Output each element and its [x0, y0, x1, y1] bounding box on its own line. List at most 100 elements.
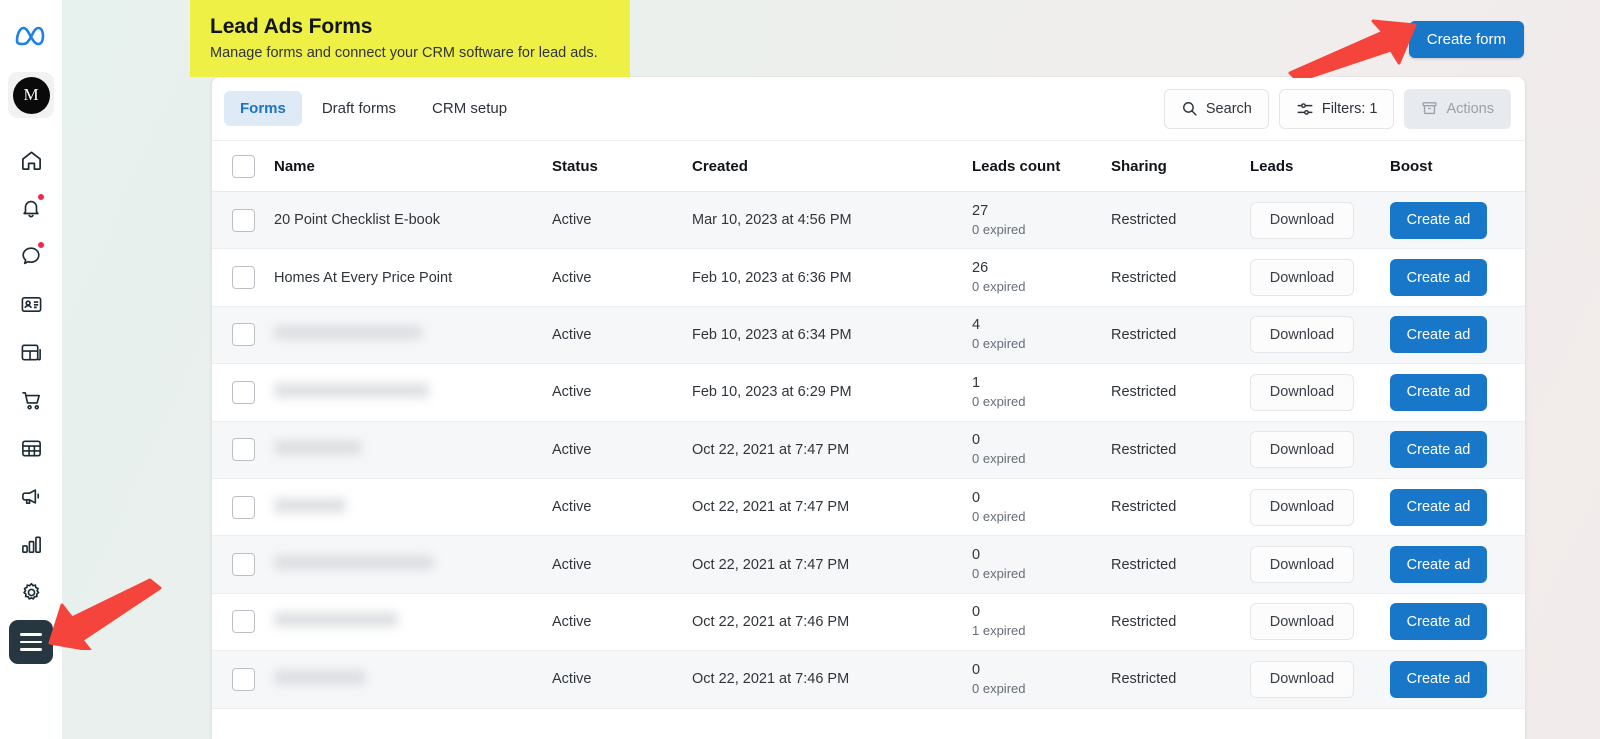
bar-chart-icon[interactable]: [9, 522, 53, 566]
table-row[interactable]: ActiveOct 22, 2021 at 7:47 PM00 expiredR…: [212, 536, 1525, 593]
form-name-cell[interactable]: Homes At Every Price Point: [274, 249, 552, 306]
gear-icon[interactable]: [9, 570, 53, 614]
row-select-cell: [212, 421, 274, 478]
form-created-cell: Oct 22, 2021 at 7:47 PM: [692, 421, 972, 478]
leads-expired-value: 1 expired: [972, 622, 1111, 640]
table-row[interactable]: ActiveFeb 10, 2023 at 6:29 PM10 expiredR…: [212, 364, 1525, 421]
search-button[interactable]: Search: [1164, 89, 1269, 129]
download-button[interactable]: Download: [1250, 489, 1354, 526]
account-avatar[interactable]: M: [8, 72, 54, 118]
column-header-name[interactable]: Name: [274, 141, 552, 192]
download-button[interactable]: Download: [1250, 202, 1354, 239]
meta-logo-icon[interactable]: [9, 14, 53, 58]
create-ad-button[interactable]: Create ad: [1390, 489, 1487, 526]
leads-expired-value: 0 expired: [972, 450, 1111, 468]
table-row[interactable]: Homes At Every Price PointActiveFeb 10, …: [212, 249, 1525, 306]
app-root: M: [0, 0, 1600, 739]
form-name-cell[interactable]: [274, 536, 552, 593]
column-header-leads-count[interactable]: Leads count: [972, 141, 1111, 192]
table-row[interactable]: ActiveOct 22, 2021 at 7:46 PM00 expiredR…: [212, 651, 1525, 708]
megaphone-icon[interactable]: [9, 474, 53, 518]
boost-cell: Create ad: [1390, 249, 1525, 306]
hamburger-menu-icon[interactable]: [9, 620, 53, 664]
download-button[interactable]: Download: [1250, 259, 1354, 296]
page-subtitle: Manage forms and connect your CRM softwa…: [210, 43, 612, 63]
boost-cell: Create ad: [1390, 536, 1525, 593]
row-checkbox[interactable]: [232, 610, 255, 633]
column-header-sharing[interactable]: Sharing: [1111, 141, 1250, 192]
select-all-checkbox[interactable]: [232, 155, 255, 178]
redacted-form-name: [274, 498, 346, 513]
leads-count-cell: 260 expired: [972, 249, 1111, 306]
hamburger-menu-button[interactable]: [9, 620, 53, 664]
tab-draft-forms[interactable]: Draft forms: [306, 91, 412, 126]
table-grid-icon[interactable]: [9, 426, 53, 470]
table-row[interactable]: 20 Point Checklist E-bookActiveMar 10, 2…: [212, 192, 1525, 249]
download-button[interactable]: Download: [1250, 316, 1354, 353]
notifications-bell-icon[interactable]: [9, 186, 53, 230]
form-status-cell: Active: [552, 478, 692, 535]
home-icon[interactable]: [9, 138, 53, 182]
form-name-cell[interactable]: [274, 421, 552, 478]
boost-cell: Create ad: [1390, 192, 1525, 249]
form-sharing-cell: Restricted: [1111, 306, 1250, 363]
contact-card-icon[interactable]: [9, 282, 53, 326]
column-header-leads[interactable]: Leads: [1250, 141, 1390, 192]
leads-count-value: 0: [972, 489, 1111, 508]
row-checkbox[interactable]: [232, 209, 255, 232]
create-form-button[interactable]: Create form: [1409, 21, 1524, 58]
row-checkbox[interactable]: [232, 553, 255, 576]
pages-icon[interactable]: [9, 330, 53, 374]
leads-download-cell: Download: [1250, 306, 1390, 363]
form-name-cell[interactable]: 20 Point Checklist E-book: [274, 192, 552, 249]
create-ad-button[interactable]: Create ad: [1390, 316, 1487, 353]
download-button[interactable]: Download: [1250, 546, 1354, 583]
create-ad-button[interactable]: Create ad: [1390, 259, 1487, 296]
leads-download-cell: Download: [1250, 249, 1390, 306]
tab-crm-setup[interactable]: CRM setup: [416, 91, 523, 126]
create-ad-button[interactable]: Create ad: [1390, 202, 1487, 239]
messages-chat-icon[interactable]: [9, 234, 53, 278]
shopping-cart-icon[interactable]: [9, 378, 53, 422]
form-status-cell: Active: [552, 364, 692, 421]
table-row[interactable]: ActiveOct 22, 2021 at 7:46 PM01 expiredR…: [212, 593, 1525, 650]
form-name-cell[interactable]: [274, 593, 552, 650]
leads-count-cell: 40 expired: [972, 306, 1111, 363]
form-status-cell: Active: [552, 421, 692, 478]
actions-button[interactable]: Actions: [1404, 89, 1511, 129]
boost-cell: Create ad: [1390, 306, 1525, 363]
form-sharing-cell: Restricted: [1111, 536, 1250, 593]
row-checkbox[interactable]: [232, 381, 255, 404]
filters-button[interactable]: Filters: 1: [1279, 89, 1395, 129]
form-name-cell[interactable]: [274, 306, 552, 363]
row-select-cell: [212, 593, 274, 650]
create-ad-button[interactable]: Create ad: [1390, 546, 1487, 583]
form-created-cell: Feb 10, 2023 at 6:36 PM: [692, 249, 972, 306]
download-button[interactable]: Download: [1250, 431, 1354, 468]
row-checkbox[interactable]: [232, 496, 255, 519]
hamburger-line: [20, 641, 42, 644]
create-ad-button[interactable]: Create ad: [1390, 603, 1487, 640]
tab-forms[interactable]: Forms: [224, 91, 302, 126]
table-row[interactable]: ActiveOct 22, 2021 at 7:47 PM00 expiredR…: [212, 421, 1525, 478]
form-name-cell[interactable]: [274, 651, 552, 708]
table-row[interactable]: ActiveOct 22, 2021 at 7:47 PM00 expiredR…: [212, 478, 1525, 535]
download-button[interactable]: Download: [1250, 661, 1354, 698]
column-header-status[interactable]: Status: [552, 141, 692, 192]
form-name-cell[interactable]: [274, 478, 552, 535]
table-row[interactable]: ActiveFeb 10, 2023 at 6:34 PM40 expiredR…: [212, 306, 1525, 363]
download-button[interactable]: Download: [1250, 374, 1354, 411]
create-ad-button[interactable]: Create ad: [1390, 661, 1487, 698]
create-ad-button[interactable]: Create ad: [1390, 431, 1487, 468]
row-checkbox[interactable]: [232, 323, 255, 346]
create-ad-button[interactable]: Create ad: [1390, 374, 1487, 411]
form-name-cell[interactable]: [274, 364, 552, 421]
column-header-boost[interactable]: Boost: [1390, 141, 1525, 192]
form-status-cell: Active: [552, 651, 692, 708]
column-header-created[interactable]: Created: [692, 141, 972, 192]
download-button[interactable]: Download: [1250, 603, 1354, 640]
row-checkbox[interactable]: [232, 438, 255, 461]
form-created-cell: Oct 22, 2021 at 7:47 PM: [692, 478, 972, 535]
row-checkbox[interactable]: [232, 266, 255, 289]
row-checkbox[interactable]: [232, 668, 255, 691]
